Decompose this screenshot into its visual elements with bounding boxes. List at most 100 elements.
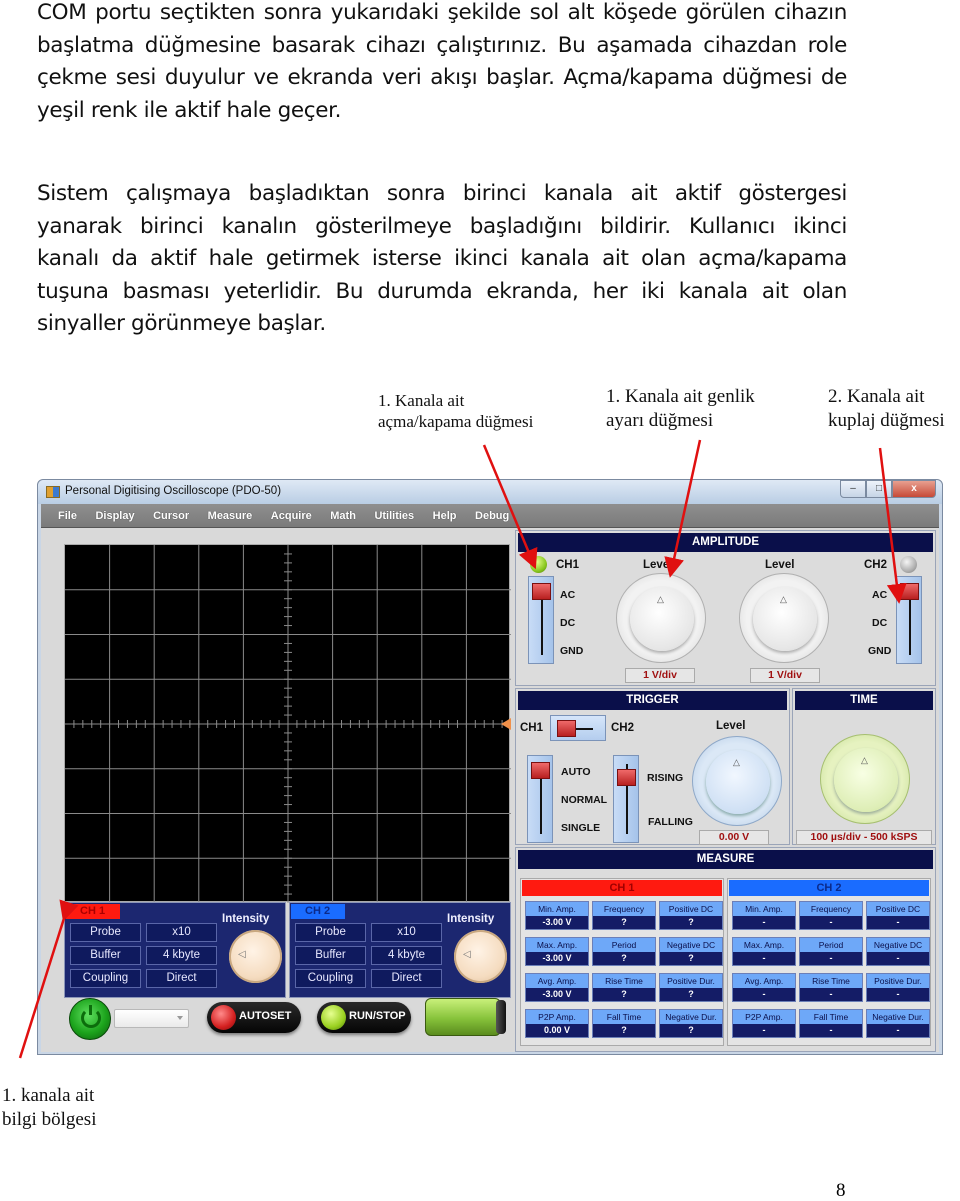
measure-label: Max. Amp. — [733, 938, 795, 952]
power-button[interactable] — [69, 998, 111, 1040]
measure-cell: Max. Amp. -3.00 V — [525, 937, 589, 966]
green-led-icon — [321, 1005, 346, 1030]
probe-value: x10 — [371, 923, 442, 942]
measure-value: - — [800, 988, 862, 1001]
window-title: Personal Digitising Oscilloscope (PDO-50… — [65, 485, 282, 497]
measure-cell: Rise Time? — [592, 973, 656, 1002]
ch1-measure-header: CH 1 — [522, 880, 722, 896]
measure-cell: Rise Time - — [799, 973, 863, 1002]
client-area: CH 1 Probe x10 Buffer 4 kbyte Coupling D… — [41, 528, 939, 1052]
ch1-label: CH1 — [556, 559, 580, 571]
menu-measure[interactable]: Measure — [208, 510, 253, 522]
page-number: 8 — [836, 1180, 846, 1201]
buffer-label: Buffer — [70, 946, 141, 965]
measure-value: - — [867, 916, 929, 929]
measure-cell: Positive Dur.? — [659, 973, 723, 1002]
coupling-value: Direct — [146, 969, 217, 988]
amplitude-panel: AMPLITUDE CH1 AC DC GND Level △ 1 V/div … — [515, 530, 936, 686]
callout-line: 1. Kanala ait — [378, 391, 465, 410]
text-line: COM portu seçtikten sonra yukarıdaki şek… — [37, 0, 847, 25]
measure-label: Negative DC — [867, 938, 929, 952]
menu-cursor[interactable]: Cursor — [153, 510, 189, 522]
com-port-select[interactable] — [114, 1009, 189, 1028]
ch1-level-readout: 1 V/div — [625, 668, 695, 683]
trigger-panel: TRIGGER CH1 CH2 AUTO NORMAL SINGLE RISIN… — [515, 688, 790, 845]
menu-display[interactable]: Display — [95, 510, 134, 522]
measure-label: Positive Dur. — [867, 974, 929, 988]
knob-pointer-icon: △ — [780, 594, 787, 604]
slider-thumb[interactable] — [531, 762, 550, 779]
ch2-intensity-knob[interactable]: ◁ — [454, 930, 507, 983]
measure-cell: Negative DC - — [866, 937, 930, 966]
slider-thumb[interactable] — [617, 769, 636, 786]
text-line: tuşuna basması yeterlidir. Bu durumda ek… — [37, 278, 847, 304]
paragraph-system: Sistem çalışmaya başladıktan sonra birin… — [37, 178, 847, 341]
slider-thumb[interactable] — [900, 583, 919, 600]
menu-debug[interactable]: Debug — [475, 510, 509, 522]
measure-label: Negative DC — [660, 938, 722, 952]
slider-thumb[interactable] — [532, 583, 551, 600]
ch1-info-panel: CH 1 Probe x10 Buffer 4 kbyte Coupling D… — [64, 902, 286, 998]
ch1-coupling-slider[interactable] — [528, 576, 554, 664]
run-stop-button[interactable]: RUN/STOP — [317, 1002, 411, 1033]
maximize-button[interactable]: □ — [866, 480, 892, 498]
callout-line: açma/kapama düğmesi — [378, 412, 534, 431]
measure-cell: Max. Amp. - — [732, 937, 796, 966]
minimize-button[interactable]: ‒ — [840, 480, 866, 498]
text-line: başlatma düğmesine basarak cihazı çalışt… — [37, 32, 847, 58]
trigger-level-knob[interactable]: △ — [692, 736, 782, 826]
measure-value: - — [800, 1024, 862, 1037]
probe-label: Probe — [295, 923, 366, 942]
ch2-info-panel: CH 2 Probe x10 Buffer 4 kbyte Coupling D… — [289, 902, 511, 998]
scope-graticule — [65, 545, 511, 903]
close-button[interactable]: x — [892, 480, 936, 498]
ch2-coupling-slider[interactable] — [896, 576, 922, 664]
probe-value: x10 — [146, 923, 217, 942]
power-icon — [81, 1005, 101, 1028]
ch1-amplitude-knob[interactable]: △ — [616, 573, 706, 663]
ac-label: AC — [872, 589, 888, 601]
measure-cell: Positive Dur. - — [866, 973, 930, 1002]
measure-label: Rise Time — [800, 974, 862, 988]
trigger-level-marker-icon[interactable] — [501, 718, 511, 730]
measure-value: -3.00 V — [526, 988, 588, 1001]
menu-help[interactable]: Help — [433, 510, 457, 522]
trigger-source-switch[interactable] — [550, 715, 606, 741]
menu-math[interactable]: Math — [330, 510, 356, 522]
measure-cell: Period? — [592, 937, 656, 966]
measure-value: - — [733, 952, 795, 965]
ch1-intensity-knob[interactable]: ◁ — [229, 930, 282, 983]
ch1-tag: CH 1 — [66, 904, 120, 919]
measure-cell: Frequency? — [592, 901, 656, 930]
callout-line: bilgi bölgesi — [2, 1109, 97, 1130]
measure-header: MEASURE — [518, 850, 933, 869]
autoset-label: AUTOSET — [239, 1010, 292, 1022]
menu-acquire[interactable]: Acquire — [271, 510, 312, 522]
callout-line: 1. Kanala ait genlik — [606, 386, 755, 407]
measure-value: - — [800, 952, 862, 965]
measure-value: - — [867, 952, 929, 965]
menu-file[interactable]: File — [58, 510, 77, 522]
ch2-measure-grid: CH 2 Min. Amp. - Frequency - Positive DC - Max… — [727, 878, 931, 1046]
trigger-mode-slider[interactable] — [527, 755, 553, 843]
ch2-active-led[interactable] — [900, 556, 917, 573]
measure-label: Positive Dur. — [660, 974, 722, 988]
callout-ch1-info: 1. kanala ait bilgi bölgesi — [2, 1084, 96, 1132]
time-base-knob[interactable]: △ — [820, 734, 910, 824]
dc-label: DC — [872, 617, 888, 629]
level-label: Level — [643, 559, 673, 571]
measure-value: - — [733, 1024, 795, 1037]
menu-bar: File Display Cursor Measure Acquire Math… — [41, 504, 939, 528]
autoset-button[interactable]: AUTOSET — [207, 1002, 301, 1033]
trigger-edge-slider[interactable] — [613, 755, 639, 843]
ch1-active-led[interactable] — [530, 556, 547, 573]
measure-label: Frequency — [593, 902, 655, 916]
callout-ch2-coupling: 2. Kanala ait kuplaj düğmesi — [828, 385, 945, 433]
slider-thumb[interactable] — [557, 720, 576, 737]
menu-utilities[interactable]: Utilities — [374, 510, 414, 522]
ch2-amplitude-knob[interactable]: △ — [739, 573, 829, 663]
measure-cell: Fall Time? — [592, 1009, 656, 1038]
buffer-label: Buffer — [295, 946, 366, 965]
callout-line: 1. kanala ait — [2, 1085, 95, 1106]
measure-label: Period — [800, 938, 862, 952]
